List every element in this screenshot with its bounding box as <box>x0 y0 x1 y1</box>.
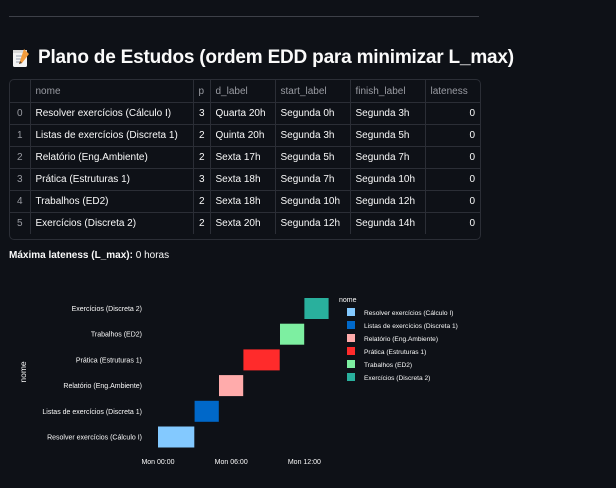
row-index: 1 <box>10 124 31 147</box>
cell-d-label[interactable]: Sexta 17h <box>210 146 276 169</box>
cell-p[interactable]: 2 <box>193 124 211 147</box>
row-index: 3 <box>10 168 31 191</box>
cell-start-label[interactable]: Segunda 7h <box>275 168 351 191</box>
cell-lateness[interactable]: 0 <box>425 168 480 191</box>
cell-d-label[interactable]: Sexta 18h <box>210 190 276 213</box>
gantt-bar[interactable] <box>158 426 195 448</box>
x-tick-label: Mon 06:00 <box>215 459 248 466</box>
table-header-row: nome p d_label start_label finish_label … <box>10 80 480 103</box>
column-header-finish-label[interactable]: finish_label <box>350 80 426 103</box>
y-tick-label: Trabalhos (ED2) <box>91 332 142 339</box>
legend-item-label[interactable]: Relatório (Eng.Ambiente) <box>364 336 438 343</box>
cell-p[interactable]: 2 <box>193 146 211 169</box>
y-tick-label: Resolver exercícios (Cálculo I) <box>47 435 142 442</box>
column-header-index[interactable] <box>10 80 31 103</box>
x-tick-label: Mon 12:00 <box>288 459 321 466</box>
y-tick-label: Listas de exercícios (Discreta 1) <box>42 409 142 416</box>
legend-title: nome <box>339 297 357 304</box>
gantt-chart[interactable]: nome Resolver exercícios (Cálculo I) Lista… <box>0 280 490 480</box>
cell-d-label[interactable]: Quarta 20h <box>210 102 276 125</box>
y-axis-title: nome <box>18 361 28 383</box>
legend-item-label[interactable]: Resolver exercícios (Cálculo I) <box>364 310 453 317</box>
legend-item-label[interactable]: Exercícios (Discreta 2) <box>364 375 430 382</box>
table-row: 4 Trabalhos (ED2) 2 Sexta 18h Segunda 10… <box>10 190 480 213</box>
column-header-start-label[interactable]: start_label <box>275 80 351 103</box>
cell-finish-label[interactable]: Segunda 12h <box>350 190 426 213</box>
legend-swatch <box>347 347 355 355</box>
cell-finish-label[interactable]: Segunda 3h <box>350 102 426 125</box>
table-row: 2 Relatório (Eng.Ambiente) 2 Sexta 17h S… <box>10 146 480 169</box>
y-tick-label: Exercícios (Discreta 2) <box>72 306 142 313</box>
table-row: 0 Resolver exercícios (Cálculo I) 3 Quar… <box>10 102 480 125</box>
row-index: 5 <box>10 212 31 234</box>
lateness-value: 0 horas <box>132 250 170 261</box>
cell-start-label[interactable]: Segunda 10h <box>275 190 351 213</box>
cell-lateness[interactable]: 0 <box>425 102 480 125</box>
cell-d-label[interactable]: Sexta 18h <box>210 168 276 191</box>
page-title: Plano de Estudos (ordem EDD para minimiz… <box>38 47 514 68</box>
cell-lateness[interactable]: 0 <box>425 146 480 169</box>
cell-p[interactable]: 2 <box>193 212 211 234</box>
row-index: 4 <box>10 190 31 213</box>
gantt-bar[interactable] <box>280 323 305 345</box>
column-header-lateness[interactable]: lateness <box>425 80 480 103</box>
title-row: Plano de Estudos (ordem EDD para minimiz… <box>12 44 514 72</box>
row-index: 0 <box>10 102 31 125</box>
cell-finish-label[interactable]: Segunda 10h <box>350 168 426 191</box>
cell-lateness[interactable]: 0 <box>425 190 480 213</box>
table-row: 1 Listas de exercícios (Discreta 1) 2 Qu… <box>10 124 480 147</box>
cell-p[interactable]: 2 <box>193 190 211 213</box>
cell-nome[interactable]: Prática (Estruturas 1) <box>30 168 194 191</box>
legend-swatch <box>347 360 355 368</box>
lateness-summary: Máxima lateness (L_max): 0 horas <box>9 250 169 261</box>
cell-d-label[interactable]: Quinta 20h <box>210 124 276 147</box>
gantt-bar[interactable] <box>243 349 280 371</box>
x-tick-label: Mon 00:00 <box>141 459 174 466</box>
y-tick-label: Relatório (Eng.Ambiente) <box>63 383 142 390</box>
cell-p[interactable]: 3 <box>193 168 211 191</box>
divider <box>9 16 479 17</box>
cell-lateness[interactable]: 0 <box>425 124 480 147</box>
cell-start-label[interactable]: Segunda 5h <box>275 146 351 169</box>
cell-nome[interactable]: Listas de exercícios (Discreta 1) <box>30 124 194 147</box>
column-header-p[interactable]: p <box>193 80 211 103</box>
table-row: 5 Exercícios (Discreta 2) 2 Sexta 20h Se… <box>10 212 480 235</box>
cell-nome[interactable]: Trabalhos (ED2) <box>30 190 194 213</box>
row-index: 2 <box>10 146 31 169</box>
column-header-d-label[interactable]: d_label <box>210 80 276 103</box>
cell-finish-label[interactable]: Segunda 7h <box>350 146 426 169</box>
cell-start-label[interactable]: Segunda 3h <box>275 124 351 147</box>
cell-nome[interactable]: Resolver exercícios (Cálculo I) <box>30 102 194 125</box>
y-tick-label: Prática (Estruturas 1) <box>76 357 142 364</box>
cell-start-label[interactable]: Segunda 0h <box>275 102 351 125</box>
cell-lateness[interactable]: 0 <box>425 213 480 235</box>
table-row: 3 Prática (Estruturas 1) 3 Sexta 18h Seg… <box>10 168 480 191</box>
dataframe[interactable]: nome p d_label start_label finish_label … <box>9 79 481 240</box>
cell-finish-label[interactable]: Segunda 5h <box>350 124 426 147</box>
cell-p[interactable]: 3 <box>193 102 211 125</box>
cell-d-label[interactable]: Sexta 20h <box>210 212 276 234</box>
gantt-bar[interactable] <box>304 298 329 319</box>
column-header-nome[interactable]: nome <box>30 80 194 103</box>
legend-swatch <box>347 308 355 316</box>
gantt-bar[interactable] <box>219 375 244 397</box>
legend-swatch <box>347 373 355 381</box>
legend-item-label[interactable]: Trabalhos (ED2) <box>364 362 412 369</box>
cell-finish-label[interactable]: Segunda 14h <box>350 212 426 234</box>
legend-item-label[interactable]: Prática (Estruturas 1) <box>364 349 426 356</box>
app-root: Plano de Estudos (ordem EDD para minimiz… <box>0 0 616 488</box>
cell-nome[interactable]: Exercícios (Discreta 2) <box>30 212 194 234</box>
legend-swatch <box>347 321 355 329</box>
legend-item-label[interactable]: Listas de exercícios (Discreta 1) <box>364 323 458 330</box>
data-table: nome p d_label start_label finish_label … <box>10 80 480 234</box>
memo-icon <box>12 48 30 68</box>
cell-start-label[interactable]: Segunda 12h <box>275 212 351 234</box>
gantt-bar[interactable] <box>194 400 219 422</box>
legend-swatch <box>347 334 355 342</box>
cell-nome[interactable]: Relatório (Eng.Ambiente) <box>30 146 194 169</box>
lateness-label: Máxima lateness (L_max): <box>9 250 133 261</box>
